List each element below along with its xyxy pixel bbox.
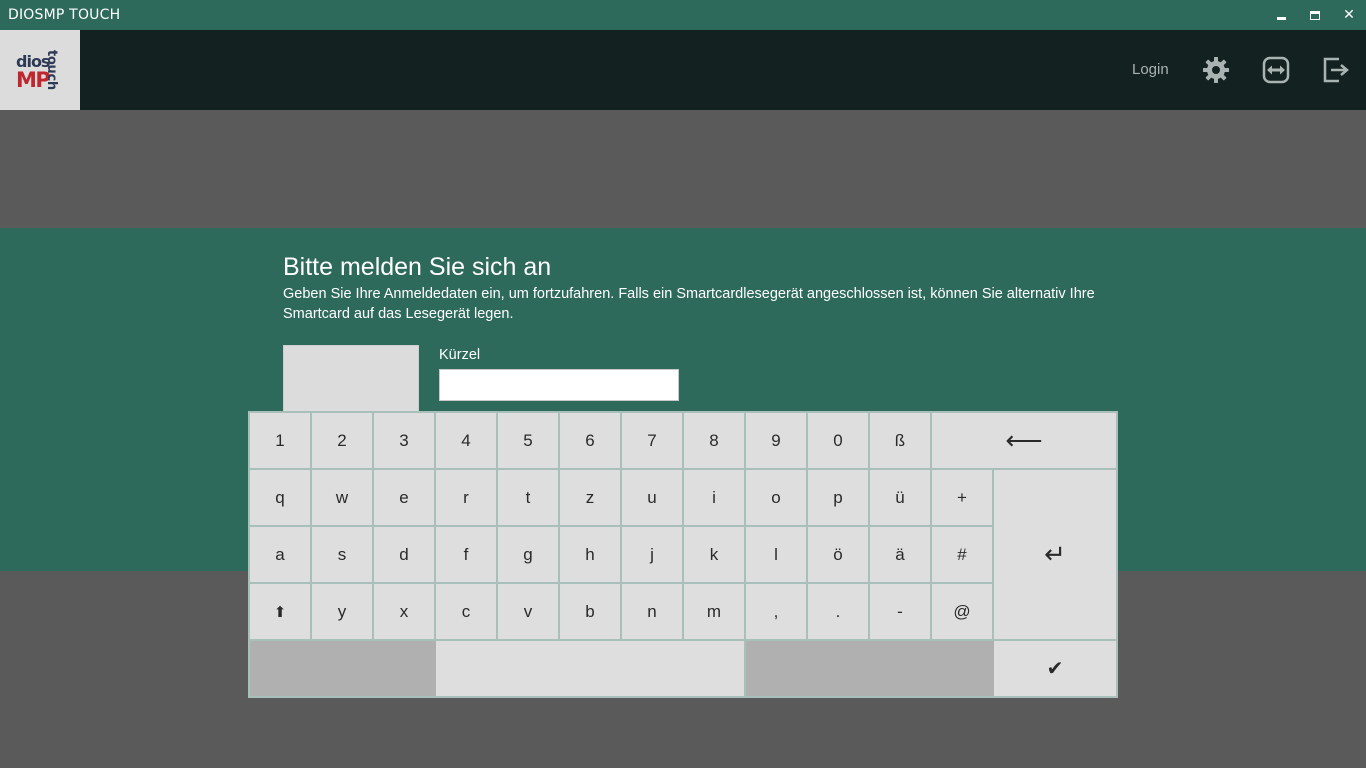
key-ü[interactable]: ü (870, 470, 930, 525)
key--[interactable]: - (870, 584, 930, 639)
key-v[interactable]: v (498, 584, 558, 639)
minimize-icon[interactable] (1264, 0, 1298, 30)
key-0[interactable]: 0 (808, 413, 868, 468)
key-s[interactable]: s (312, 527, 372, 582)
space-key[interactable] (436, 641, 744, 696)
key-+[interactable]: + (932, 470, 992, 525)
login-link[interactable]: Login (1132, 61, 1169, 78)
key-7[interactable]: 7 (622, 413, 682, 468)
key-9[interactable]: 9 (746, 413, 806, 468)
key-b[interactable]: b (560, 584, 620, 639)
key-4[interactable]: 4 (436, 413, 496, 468)
title-bar: DIOSMP TOUCH ✕ (0, 0, 1366, 30)
key-n[interactable]: n (622, 584, 682, 639)
key-w[interactable]: w (312, 470, 372, 525)
key-.[interactable]: . (808, 584, 868, 639)
key-ö[interactable]: ö (808, 527, 868, 582)
key-p[interactable]: p (808, 470, 868, 525)
key-2[interactable]: 2 (312, 413, 372, 468)
key-o[interactable]: o (746, 470, 806, 525)
app-header: dios MP touch Login (0, 30, 1366, 110)
exit-icon[interactable] (1322, 56, 1350, 84)
key-d[interactable]: d (374, 527, 434, 582)
shift-key[interactable]: ⬆ (250, 584, 310, 639)
key-x[interactable]: x (374, 584, 434, 639)
close-icon[interactable]: ✕ (1332, 0, 1366, 30)
key-t[interactable]: t (498, 470, 558, 525)
key-a[interactable]: a (250, 527, 310, 582)
key-m[interactable]: m (684, 584, 744, 639)
key-g[interactable]: g (498, 527, 558, 582)
key-u[interactable]: u (622, 470, 682, 525)
key-y[interactable]: y (312, 584, 372, 639)
key-5[interactable]: 5 (498, 413, 558, 468)
backspace-key[interactable]: ⟵ (932, 413, 1116, 468)
teamviewer-icon[interactable] (1262, 56, 1290, 84)
key-j[interactable]: j (622, 527, 682, 582)
key-1[interactable]: 1 (250, 413, 310, 468)
key-#[interactable]: # (932, 527, 992, 582)
key-l[interactable]: l (746, 527, 806, 582)
login-description: Geben Sie Ihre Anmeldedaten ein, um fort… (283, 286, 1095, 322)
maximize-icon[interactable] (1298, 0, 1332, 30)
kuerzel-input[interactable] (439, 369, 679, 401)
key-8[interactable]: 8 (684, 413, 744, 468)
enter-key[interactable]: ↵ (994, 470, 1116, 639)
key-3[interactable]: 3 (374, 413, 434, 468)
key-ä[interactable]: ä (870, 527, 930, 582)
logo-touch-text: touch (44, 50, 59, 90)
key-f[interactable]: f (436, 527, 496, 582)
keyboard-blank-left (250, 641, 436, 696)
app-logo: dios MP touch (0, 30, 80, 110)
key-k[interactable]: k (684, 527, 744, 582)
key-r[interactable]: r (436, 470, 496, 525)
confirm-key[interactable]: ✔ (994, 641, 1116, 696)
key-e[interactable]: e (374, 470, 434, 525)
kuerzel-label: Kürzel (439, 347, 481, 363)
key-6[interactable]: 6 (560, 413, 620, 468)
on-screen-keyboard: 1 2 3 4 5 6 7 8 9 0 ß ⟵ q w e r t z u i o p ü + a s d f g h j k l ö ä # ↵ ⬆ y x… (248, 411, 1118, 698)
key-@[interactable]: @ (932, 584, 992, 639)
key-i[interactable]: i (684, 470, 744, 525)
window-title: DIOSMP TOUCH (8, 7, 121, 23)
key-ß[interactable]: ß (870, 413, 930, 468)
page-title: Bitte melden Sie sich an (283, 253, 552, 281)
key-h[interactable]: h (560, 527, 620, 582)
key-,[interactable]: , (746, 584, 806, 639)
keyboard-blank-right (746, 641, 994, 696)
key-q[interactable]: q (250, 470, 310, 525)
key-z[interactable]: z (560, 470, 620, 525)
key-c[interactable]: c (436, 584, 496, 639)
gear-icon[interactable] (1202, 56, 1230, 84)
